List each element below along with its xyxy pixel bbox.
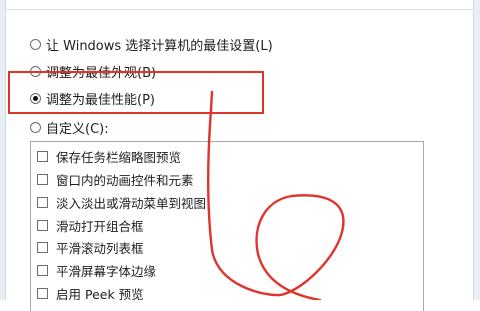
effect-item-label: 平滑滚动列表框 [56, 241, 144, 256]
radio-option-label: 自定义(C): [46, 121, 109, 137]
radio-option-label: 调整为最佳性能(P) [46, 92, 155, 108]
effect-item-taskbar-thumbnails[interactable]: 保存任务栏缩略图预览 [37, 147, 181, 166]
window-frame-left [0, 0, 6, 300]
radio-option-best-appearance[interactable]: 调整为最佳外观(B) [30, 61, 156, 81]
radio-option-let-windows-choose[interactable]: 让 Windows 选择计算机的最佳设置(L) [30, 34, 273, 54]
radio-option-label: 调整为最佳外观(B) [46, 65, 157, 81]
top-divider [6, 0, 473, 10]
checkbox-icon[interactable] [37, 220, 48, 231]
visual-effects-list[interactable]: 保存任务栏缩略图预览 窗口内的动画控件和元素 淡入淡出或滑动菜单到视图 滑动打开… [30, 141, 424, 311]
effect-item-enable-peek[interactable]: 启用 Peek 预览 [37, 284, 144, 303]
effect-item-slide-combo-boxes[interactable]: 滑动打开组合框 [37, 216, 144, 235]
radio-button-icon[interactable] [30, 121, 41, 133]
checkbox-icon[interactable] [37, 151, 48, 162]
radio-option-custom[interactable]: 自定义(C): [30, 117, 109, 137]
effect-item-smooth-scroll-list[interactable]: 平滑滚动列表框 [37, 238, 144, 257]
radio-button-icon[interactable] [30, 65, 41, 77]
checkbox-icon[interactable] [37, 242, 48, 253]
effect-item-label: 启用 Peek 预览 [56, 287, 144, 302]
checkbox-icon[interactable] [37, 197, 48, 208]
effect-item-smooth-font-edges[interactable]: 平滑屏幕字体边缘 [37, 261, 156, 280]
radio-button-icon[interactable] [30, 38, 41, 50]
window-frame-right [473, 0, 480, 300]
effect-item-label: 保存任务栏缩略图预览 [56, 150, 182, 165]
checkbox-icon[interactable] [37, 174, 48, 185]
radio-button-selected-icon[interactable] [30, 92, 41, 104]
effect-item-label: 窗口内的动画控件和元素 [56, 173, 194, 188]
effect-item-label: 滑动打开组合框 [56, 219, 144, 234]
effect-item-fade-slide-menus[interactable]: 淡入淡出或滑动菜单到视图 [37, 193, 206, 212]
radio-option-best-performance[interactable]: 调整为最佳性能(P) [30, 88, 155, 108]
effect-item-label: 平滑屏幕字体边缘 [56, 264, 157, 279]
effect-item-label: 淡入淡出或滑动菜单到视图 [56, 196, 207, 211]
radio-option-label: 让 Windows 选择计算机的最佳设置(L) [46, 38, 273, 54]
effect-item-animate-controls[interactable]: 窗口内的动画控件和元素 [37, 170, 194, 189]
checkbox-icon[interactable] [37, 288, 48, 299]
checkbox-icon[interactable] [37, 265, 48, 276]
